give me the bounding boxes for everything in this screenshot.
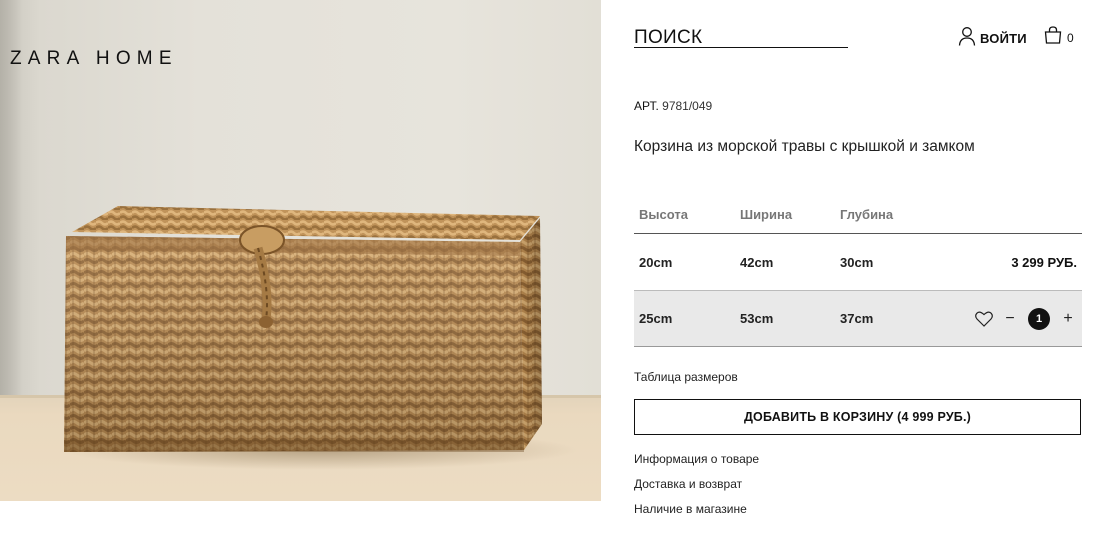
- search-label: ПОИСК: [634, 27, 703, 48]
- size-depth: 37cm: [840, 311, 874, 326]
- heart-icon[interactable]: [974, 309, 994, 329]
- header-height: Высота: [639, 207, 688, 222]
- product-image[interactable]: [0, 0, 601, 501]
- size-guide-link[interactable]: Таблица размеров: [634, 370, 738, 384]
- ref-label: АРТ.: [634, 99, 659, 113]
- product-reference: АРТ. 9781/049: [634, 99, 712, 113]
- quantity-stepper: − 1 +: [974, 307, 1076, 330]
- login-button[interactable]: ВОЙТИ: [958, 26, 1027, 51]
- increase-quantity-button[interactable]: +: [1060, 310, 1076, 327]
- product-info-link[interactable]: Информация о товаре: [634, 452, 759, 477]
- size-price: 3 299 РУБ.: [1011, 254, 1077, 270]
- brand-logo[interactable]: ZARA HOME: [10, 48, 178, 70]
- size-table: Высота Ширина Глубина 20cm 42cm 30cm 3 2…: [634, 196, 1082, 347]
- quantity-value: 1: [1028, 307, 1050, 330]
- size-table-header: Высота Ширина Глубина: [634, 196, 1082, 234]
- user-icon: [958, 26, 976, 51]
- product-title: Корзина из морской травы с крышкой и зам…: [634, 138, 975, 155]
- cart-button[interactable]: 0: [1044, 26, 1074, 49]
- login-label: ВОЙТИ: [980, 31, 1027, 46]
- shopping-bag-icon: [1044, 26, 1062, 49]
- info-links: Информация о товаре Доставка и возврат Н…: [634, 452, 759, 527]
- cart-count: 0: [1067, 30, 1074, 45]
- size-width: 42cm: [740, 254, 774, 270]
- add-to-cart-button[interactable]: ДОБАВИТЬ В КОРЗИНУ (4 999 РУБ.): [634, 399, 1081, 435]
- size-height: 20cm: [639, 254, 673, 270]
- seagrass-basket-illustration: [64, 206, 542, 452]
- ref-value: 9781/049: [662, 99, 713, 113]
- size-row[interactable]: 20cm 42cm 30cm 3 299 РУБ.: [634, 234, 1082, 291]
- size-height: 25cm: [639, 311, 673, 326]
- size-width: 53cm: [740, 311, 774, 326]
- delivery-returns-link[interactable]: Доставка и возврат: [634, 477, 759, 502]
- store-availability-link[interactable]: Наличие в магазине: [634, 502, 759, 527]
- header-width: Ширина: [740, 207, 793, 222]
- search-input[interactable]: ПОИСК: [634, 28, 848, 48]
- size-row-selected[interactable]: 25cm 53cm 37cm − 1 +: [634, 291, 1082, 347]
- header-depth: Глубина: [840, 207, 894, 222]
- size-depth: 30cm: [840, 254, 874, 270]
- decrease-quantity-button[interactable]: −: [1002, 310, 1018, 327]
